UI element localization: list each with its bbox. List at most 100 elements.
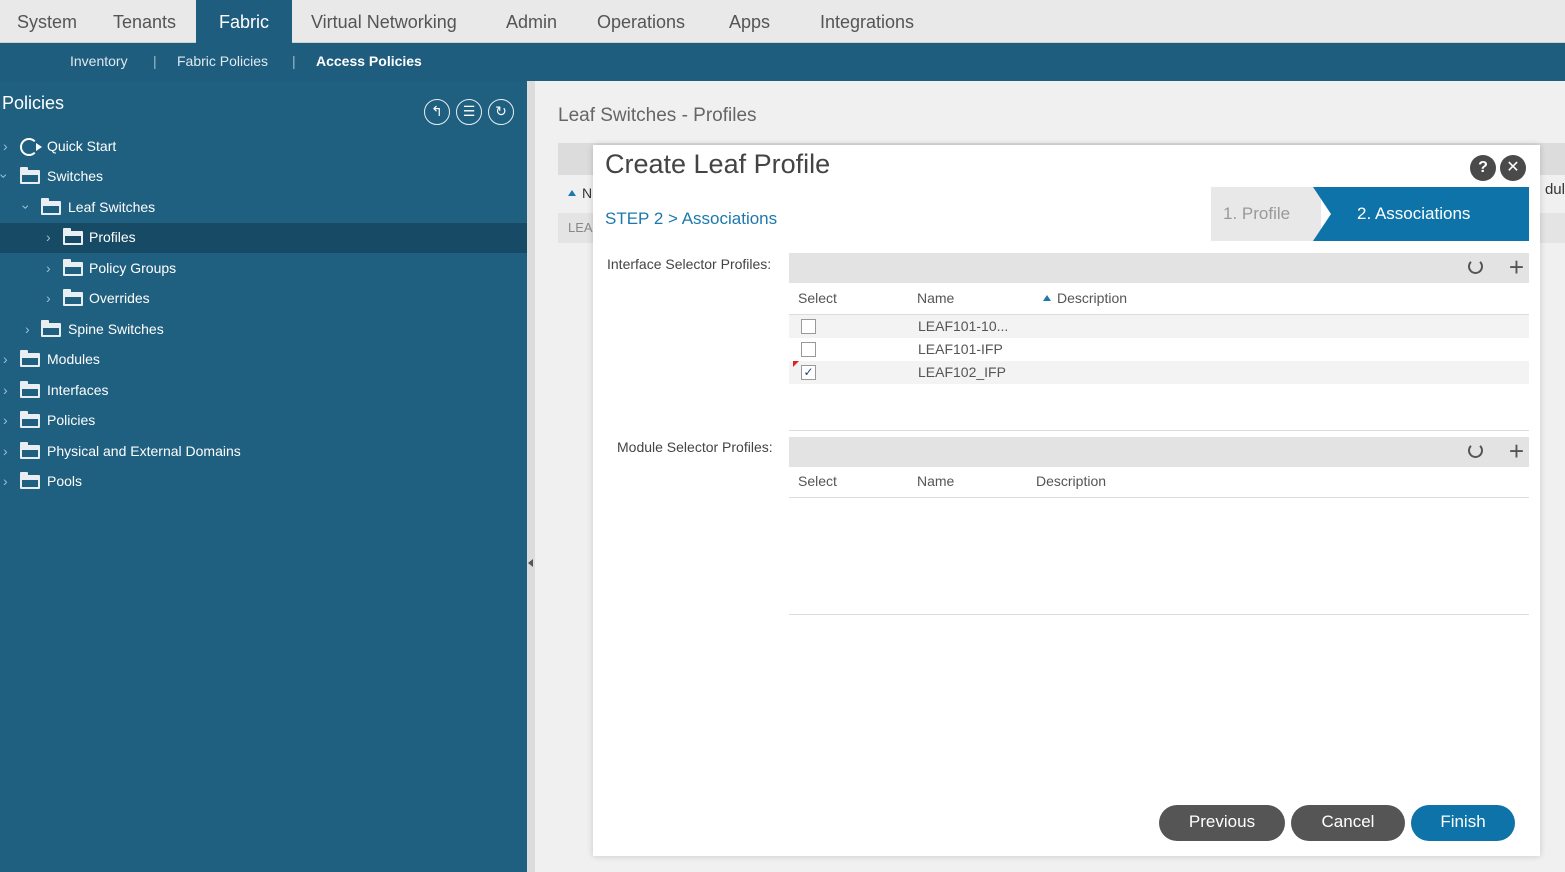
subnav-inventory[interactable]: Inventory: [70, 43, 128, 79]
tab-fabric[interactable]: Fabric: [196, 0, 292, 43]
chevron-right-icon[interactable]: ›: [46, 290, 51, 306]
refresh-icon[interactable]: ↻: [488, 99, 514, 125]
chevron-right-icon[interactable]: ›: [25, 321, 30, 337]
table-bottom-divider: [789, 614, 1529, 615]
chevron-right-icon[interactable]: ›: [3, 382, 8, 398]
tree-item-leaf-switches[interactable]: › Leaf Switches: [0, 193, 527, 223]
module-selector-toolbar: +: [789, 436, 1529, 467]
subnav-separator: |: [153, 53, 157, 69]
tree-item-label: Policy Groups: [89, 260, 177, 276]
chevron-down-icon[interactable]: ›: [0, 174, 12, 179]
folder-icon: [63, 228, 83, 245]
dialog-title: Create Leaf Profile: [605, 149, 831, 179]
tab-tenants[interactable]: Tenants: [113, 0, 176, 43]
table-row[interactable]: LEAF101-IFP: [789, 338, 1529, 361]
subnav-access-policies[interactable]: Access Policies: [316, 43, 422, 79]
row-name: LEAF101-10...: [918, 318, 1009, 334]
add-icon[interactable]: +: [1509, 436, 1524, 466]
folder-icon: [63, 259, 83, 276]
row-checkbox[interactable]: [801, 319, 816, 334]
sidebar-title: Policies: [2, 93, 65, 113]
column-header-description[interactable]: Description: [1043, 290, 1127, 306]
pane-splitter[interactable]: [527, 81, 535, 872]
chevron-right-icon[interactable]: ›: [46, 260, 51, 276]
column-header-description[interactable]: Description: [1036, 473, 1106, 489]
folder-icon: [41, 320, 61, 337]
top-nav: System Tenants Fabric Virtual Networking…: [0, 0, 1565, 43]
tab-system[interactable]: System: [17, 0, 77, 43]
wizard-step-profile[interactable]: 1. Profile: [1211, 187, 1321, 241]
modified-marker-icon: [793, 361, 799, 367]
row-name: LEAF101-IFP: [918, 341, 1003, 357]
tree-item-interfaces[interactable]: › Interfaces: [0, 376, 527, 406]
folder-icon: [20, 167, 40, 184]
chevron-right-icon[interactable]: ›: [3, 412, 8, 428]
tree-item-label: Quick Start: [47, 138, 117, 154]
subnav-separator: |: [292, 53, 296, 69]
quick-start-icon[interactable]: ↰: [424, 99, 450, 125]
tab-admin[interactable]: Admin: [506, 0, 557, 43]
previous-button[interactable]: Previous: [1159, 805, 1285, 841]
tree-item-label: Switches: [47, 168, 104, 184]
tree-item-overrides[interactable]: › Overrides: [0, 284, 527, 314]
refresh-icon[interactable]: [1468, 259, 1483, 274]
tab-integrations[interactable]: Integrations: [820, 0, 914, 43]
step-label: STEP 2 > Associations: [605, 209, 778, 228]
chevron-right-icon[interactable]: ›: [3, 473, 8, 489]
background-sort-column: N: [568, 185, 592, 201]
column-header-name[interactable]: Name: [917, 290, 954, 306]
chevron-right-icon[interactable]: ›: [46, 229, 51, 245]
tree-item-policies[interactable]: › Policies: [0, 406, 527, 436]
column-header-name[interactable]: Name: [917, 473, 954, 489]
page-title: Leaf Switches - Profiles: [558, 105, 757, 126]
tree-item-spine-switches[interactable]: › Spine Switches: [0, 315, 527, 345]
tree-item-label: Spine Switches: [68, 321, 164, 337]
tree-item-label: Profiles: [89, 229, 136, 245]
filter-icon[interactable]: ☰: [456, 99, 482, 125]
refresh-icon[interactable]: [1468, 443, 1483, 458]
folder-icon: [20, 442, 40, 459]
tab-operations[interactable]: Operations: [597, 0, 685, 43]
tree-item-label: Interfaces: [47, 382, 109, 398]
tree-item-label: Physical and External Domains: [47, 443, 241, 459]
chevron-right-icon[interactable]: ›: [3, 443, 8, 459]
tree-item-label: Overrides: [89, 290, 150, 306]
create-leaf-profile-dialog: Create Leaf Profile ? ✕ STEP 2 > Associa…: [593, 145, 1540, 856]
table-row[interactable]: ✓ LEAF102_IFP: [789, 361, 1529, 384]
interface-selector-profiles-label: Interface Selector Profiles:: [607, 256, 772, 272]
close-icon[interactable]: ✕: [1500, 155, 1526, 181]
chevron-right-icon[interactable]: ›: [3, 351, 8, 367]
tree-item-policy-groups[interactable]: › Policy Groups: [0, 254, 527, 284]
finish-button[interactable]: Finish: [1411, 805, 1515, 841]
tree-item-modules[interactable]: › Modules: [0, 345, 527, 375]
tab-apps[interactable]: Apps: [729, 0, 770, 43]
add-icon[interactable]: +: [1509, 252, 1524, 282]
column-header-select[interactable]: Select: [798, 290, 837, 306]
tree-item-pools[interactable]: › Pools: [0, 467, 527, 497]
wizard-step-associations[interactable]: 2. Associations: [1313, 187, 1529, 241]
chevron-down-icon[interactable]: ›: [18, 205, 34, 210]
chevron-right-icon[interactable]: ›: [3, 138, 8, 154]
collapse-arrow-icon[interactable]: [528, 559, 533, 567]
tree-item-physical-external-domains[interactable]: › Physical and External Domains: [0, 437, 527, 467]
folder-icon: [63, 289, 83, 306]
folder-icon: [20, 472, 40, 489]
module-selector-profiles-label: Module Selector Profiles:: [617, 439, 773, 455]
tree-item-quick-start[interactable]: › Quick Start: [0, 132, 527, 162]
help-icon[interactable]: ?: [1470, 155, 1496, 181]
folder-icon: [20, 350, 40, 367]
subnav-fabric-policies[interactable]: Fabric Policies: [177, 43, 268, 79]
tree-item-switches[interactable]: › Switches: [0, 162, 527, 192]
row-checkbox[interactable]: [801, 342, 816, 357]
folder-icon: [20, 381, 40, 398]
quick-start-icon: [20, 138, 42, 156]
cancel-button[interactable]: Cancel: [1291, 805, 1405, 841]
table-row[interactable]: LEAF101-10...: [789, 315, 1529, 338]
table-bottom-divider: [789, 430, 1529, 431]
tree-item-profiles[interactable]: › Profiles: [0, 223, 527, 253]
tab-virtual-networking[interactable]: Virtual Networking: [311, 0, 457, 43]
row-checkbox-checked[interactable]: ✓: [801, 365, 816, 380]
background-column-header: dul: [1544, 181, 1565, 198]
interface-selector-toolbar: +: [789, 252, 1529, 283]
column-header-select[interactable]: Select: [798, 473, 837, 489]
